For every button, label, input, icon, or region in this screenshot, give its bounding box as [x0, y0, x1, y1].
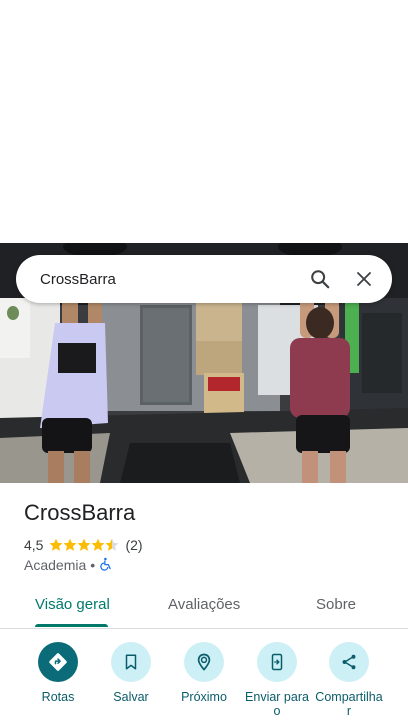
- active-tab-indicator: [35, 624, 108, 627]
- tab-reviews[interactable]: Avaliações: [168, 596, 240, 613]
- half-star-icon: [105, 538, 119, 551]
- search-bar[interactable]: CrossBarra: [16, 255, 392, 303]
- rating-value: 4,5: [24, 537, 44, 553]
- save-button[interactable]: Salvar: [95, 642, 167, 704]
- tab-about[interactable]: Sobre: [316, 596, 356, 613]
- share-button[interactable]: Compartilhar: [313, 642, 385, 718]
- search-input[interactable]: CrossBarra: [40, 271, 292, 288]
- tab-overview[interactable]: Visão geral: [35, 596, 110, 613]
- rating-row[interactable]: 4,5 (2): [24, 536, 143, 554]
- nearby-icon: [184, 642, 224, 682]
- close-icon[interactable]: [348, 263, 380, 295]
- star-icon: [91, 538, 105, 551]
- star-icon: [77, 538, 91, 551]
- send-to-phone-label: Enviar para o: [245, 690, 309, 718]
- send-to-phone-icon: [257, 642, 297, 682]
- rating-stars: [49, 538, 119, 552]
- place-title: CrossBarra: [24, 500, 136, 525]
- save-label: Salvar: [113, 690, 149, 704]
- map-blank-area: [0, 0, 408, 243]
- star-icon: [49, 538, 63, 551]
- bookmark-icon: [111, 642, 151, 682]
- directions-label: Rotas: [41, 690, 75, 704]
- star-icon: [63, 538, 77, 551]
- category-row: Academia •: [24, 556, 113, 574]
- directions-icon: [38, 642, 78, 682]
- directions-button[interactable]: Rotas: [22, 642, 94, 704]
- place-category: Academia: [24, 557, 87, 573]
- search-icon[interactable]: [304, 263, 336, 295]
- place-tabs: Visão geral Avaliações Sobre: [0, 584, 408, 629]
- share-icon: [329, 642, 369, 682]
- separator-dot: •: [90, 557, 96, 573]
- share-label: Compartilhar: [315, 690, 383, 718]
- nearby-button[interactable]: Próximo: [168, 642, 240, 704]
- wheelchair-accessible-icon: [99, 557, 113, 574]
- send-to-phone-button[interactable]: Enviar para o: [241, 642, 313, 718]
- review-count[interactable]: (2): [125, 537, 142, 553]
- nearby-label: Próximo: [181, 690, 227, 704]
